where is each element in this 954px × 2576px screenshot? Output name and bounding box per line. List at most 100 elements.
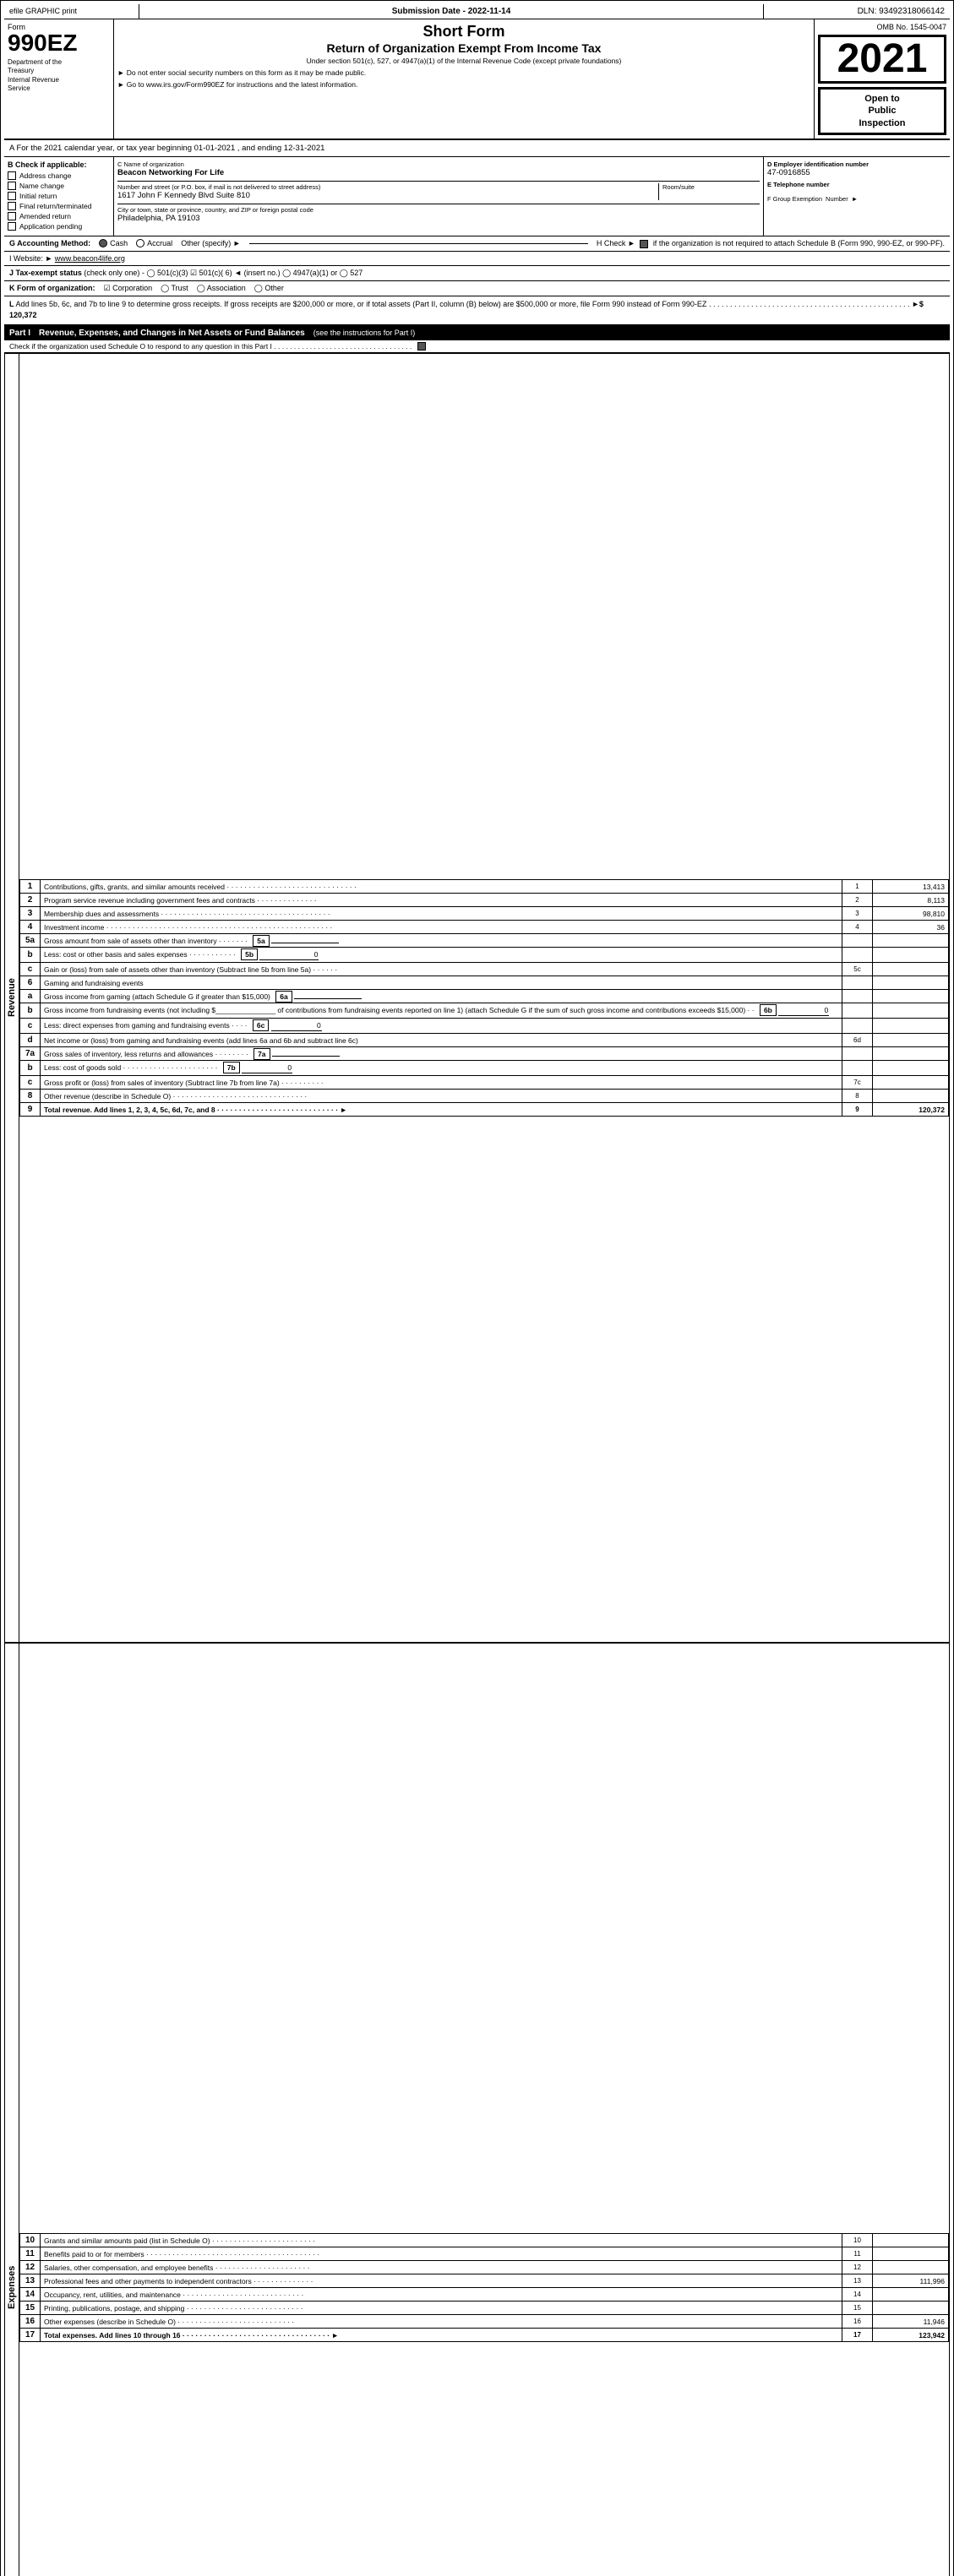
line-2-row: 2 Program service revenue including gove…: [20, 894, 949, 907]
tax-4947[interactable]: ◯ 4947(a)(1) or: [282, 269, 337, 277]
line-11-amount: [873, 2247, 949, 2261]
initial-return-checkbox[interactable]: [8, 192, 16, 200]
line-6a-amount: [873, 990, 949, 1003]
line-6a-num: a: [20, 990, 41, 1003]
amended-return-label: Amended return: [19, 212, 71, 220]
line-12-desc: Salaries, other compensation, and employ…: [41, 2261, 842, 2274]
application-pending-checkbox[interactable]: [8, 222, 16, 231]
g-label: G Accounting Method:: [9, 239, 90, 247]
line-3-desc: Membership dues and assessments · · · · …: [41, 907, 842, 921]
line-6a-desc: Gross income from gaming (attach Schedul…: [41, 990, 842, 1003]
submission-date: Submission Date - 2022-11-14: [139, 4, 764, 19]
l-dots: . . . . . . . . . . . . . . . . . . . . …: [709, 300, 910, 308]
line-6b-row: b Gross income from fundraising events (…: [20, 1003, 949, 1019]
cash-radio-button[interactable]: [99, 239, 107, 247]
check-left: B Check if applicable: Address change Na…: [4, 157, 114, 236]
tax-row: J Tax-exempt status (check only one) - ◯…: [4, 266, 950, 281]
tax-501c3[interactable]: ◯ 501(c)(3): [146, 269, 188, 277]
tax-527[interactable]: ◯ 527: [340, 269, 363, 277]
check-final-return[interactable]: Final return/terminated: [8, 202, 110, 210]
form-subtitle: Under section 501(c), 527, or 4947(a)(1)…: [117, 57, 810, 67]
c-label: C Name of organization: [117, 160, 760, 168]
cash-radio[interactable]: Cash: [99, 239, 128, 247]
address-change-checkbox[interactable]: [8, 171, 16, 180]
line-7b-desc: Less: cost of goods sold · · · · · · · ·…: [41, 1061, 842, 1076]
org-other[interactable]: ◯ Other: [254, 284, 284, 293]
tax-insert: ◄ (insert no.): [234, 269, 280, 277]
line-6-ref: [842, 976, 873, 990]
line-7c-ref: 7c: [842, 1076, 873, 1090]
ein-value: 47-0916855: [767, 168, 946, 177]
line-1-desc: Contributions, gifts, grants, and simila…: [41, 880, 842, 894]
form-number-block: Form 990EZ Department of the Treasury In…: [4, 19, 114, 139]
line-14-amount: [873, 2288, 949, 2302]
part-i-check-row: Check if the organization used Schedule …: [4, 340, 950, 354]
line-6c-amount: [873, 1019, 949, 1034]
line-15-num: 15: [20, 2302, 41, 2315]
name-change-checkbox[interactable]: [8, 182, 16, 190]
line-6-desc: Gaming and fundraising events: [41, 976, 842, 990]
cash-label: Cash: [110, 239, 128, 247]
revenue-side-label: Revenue: [5, 354, 19, 1643]
form-year-block: OMB No. 1545-0047 2021 Open to Public In…: [815, 19, 950, 139]
application-pending-label: Application pending: [19, 222, 82, 231]
check-address-change[interactable]: Address change: [8, 171, 110, 180]
line-10-desc: Grants and similar amounts paid (list in…: [41, 2234, 842, 2247]
line-4-ref: 4: [842, 921, 873, 934]
check-section: B Check if applicable: Address change Na…: [4, 157, 950, 236]
line-8-row: 8 Other revenue (describe in Schedule O)…: [20, 1090, 949, 1103]
line-9-ref: 9: [842, 1103, 873, 1117]
final-return-checkbox[interactable]: [8, 202, 16, 210]
check-amended-return[interactable]: Amended return: [8, 212, 110, 220]
line-6b-desc: Gross income from fundraising events (no…: [41, 1003, 842, 1019]
line-6-amount: [873, 976, 949, 990]
line-3-ref: 3: [842, 907, 873, 921]
line-7c-num: c: [20, 1076, 41, 1090]
check-initial-return[interactable]: Initial return: [8, 192, 110, 200]
line-16-row: 16 Other expenses (describe in Schedule …: [20, 2315, 949, 2329]
line-1-row: 1 Contributions, gifts, grants, and simi…: [20, 880, 949, 894]
line-17-row: 17 Total expenses. Add lines 10 through …: [20, 2329, 949, 2342]
revenue-inner: 1 Contributions, gifts, grants, and simi…: [19, 354, 950, 1643]
org-corporation[interactable]: ☑ Corporation: [104, 284, 153, 293]
line-7b-amount: [873, 1061, 949, 1076]
line-8-desc: Other revenue (describe in Schedule O) ·…: [41, 1090, 842, 1103]
address-block: Number and street (or P.O. box, if mail …: [117, 183, 658, 200]
line-5c-row: c Gain or (loss) from sale of assets oth…: [20, 963, 949, 976]
revenue-section-table: Revenue 1 Contributions, gifts, grants, …: [4, 353, 950, 1643]
org-info-block: C Name of organization Beacon Networking…: [114, 157, 764, 236]
line-12-amount: [873, 2261, 949, 2274]
accrual-radio[interactable]: Accrual: [136, 239, 172, 247]
line-16-amount: 11,946: [873, 2315, 949, 2329]
check-application-pending[interactable]: Application pending: [8, 222, 110, 231]
address-value: 1617 John F Kennedy Blvd Suite 810: [117, 191, 658, 200]
tax-year: 2021: [818, 35, 946, 84]
form-link: ► Go to www.irs.gov/Form990EZ for instru…: [117, 80, 810, 90]
org-trust[interactable]: ◯ Trust: [161, 284, 188, 293]
org-association[interactable]: ◯ Association: [197, 284, 246, 293]
f-label: F Group Exemption Number ►: [767, 195, 946, 203]
amended-return-checkbox[interactable]: [8, 212, 16, 220]
line-15-desc: Printing, publications, postage, and shi…: [41, 2302, 842, 2315]
l-line: L Add lines 5b, 6c, and 7b to line 9 to …: [4, 296, 950, 326]
line-9-row: 9 Total revenue. Add lines 1, 2, 3, 4, 5…: [20, 1103, 949, 1117]
line-6b-ref: [842, 1003, 873, 1019]
line-2-ref: 2: [842, 894, 873, 907]
line-7b-row: b Less: cost of goods sold · · · · · · ·…: [20, 1061, 949, 1076]
part-i-check-dots: . . . . . . . . . . . . . . . . . . . . …: [274, 342, 412, 351]
line-6c-row: c Less: direct expenses from gaming and …: [20, 1019, 949, 1034]
city-label: City or town, state or province, country…: [117, 206, 760, 214]
check-name-change[interactable]: Name change: [8, 182, 110, 190]
line-13-num: 13: [20, 2274, 41, 2288]
address-change-label: Address change: [19, 171, 71, 180]
revenue-row: Revenue 1 Contributions, gifts, grants, …: [5, 354, 950, 1643]
line-5b-amount: [873, 948, 949, 963]
line-17-desc: Total expenses. Add lines 10 through 16 …: [41, 2329, 842, 2342]
accrual-radio-button[interactable]: [136, 239, 144, 247]
tax-501c6[interactable]: ☑ 501(c)( 6): [190, 269, 232, 277]
room-suite-block: Room/suite: [658, 183, 760, 200]
other-label: Other (specify) ►: [181, 239, 240, 247]
ein-block: D Employer identification number 47-0916…: [764, 157, 950, 236]
line-7c-desc: Gross profit or (loss) from sales of inv…: [41, 1076, 842, 1090]
line-15-ref: 15: [842, 2302, 873, 2315]
